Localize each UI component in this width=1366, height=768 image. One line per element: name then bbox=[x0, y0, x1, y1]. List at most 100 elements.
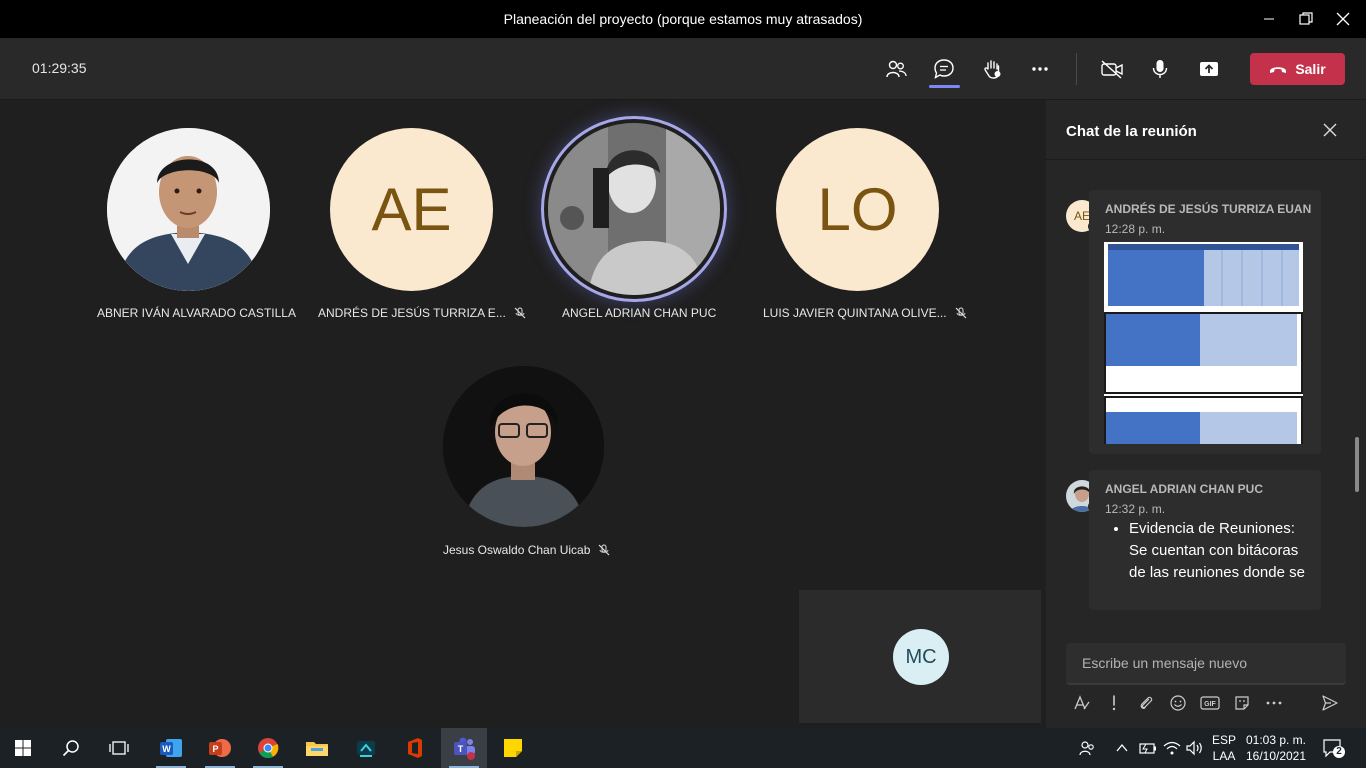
more-actions-button[interactable] bbox=[1023, 52, 1057, 86]
chat-message[interactable]: ANGEL ADRIAN CHAN PUC 12:32 p. m. Eviden… bbox=[1089, 470, 1321, 610]
gif-icon: GIF bbox=[1200, 696, 1220, 710]
camera-toggle-button[interactable] bbox=[1095, 52, 1129, 86]
emoji-button[interactable] bbox=[1162, 692, 1194, 714]
clock-button[interactable]: 01:03 p. m. 16/10/2021 bbox=[1242, 732, 1310, 764]
chat-header: Chat de la reunión bbox=[1046, 100, 1366, 160]
taskbar-word[interactable]: W bbox=[148, 728, 194, 768]
more-icon bbox=[1032, 67, 1048, 71]
chevron-up-icon bbox=[1116, 743, 1128, 752]
windows-logo-icon bbox=[15, 740, 31, 756]
chat-message[interactable]: ANDRÉS DE JESÚS TURRIZA EUAN 12:28 p. m. bbox=[1089, 190, 1321, 454]
title-bar: Planeación del proyecto (porque estamos … bbox=[0, 0, 1366, 38]
volume-button[interactable] bbox=[1185, 739, 1205, 757]
participant-photo[interactable] bbox=[548, 123, 720, 295]
search-button[interactable] bbox=[48, 728, 94, 768]
close-icon bbox=[1336, 12, 1350, 26]
notifications-button[interactable]: 2 bbox=[1322, 737, 1346, 759]
participant-name-text: Jesus Oswaldo Chan Uicab bbox=[443, 543, 591, 557]
wifi-icon bbox=[1163, 741, 1181, 755]
message-input[interactable] bbox=[1066, 643, 1346, 683]
share-screen-button[interactable] bbox=[1192, 52, 1226, 86]
meeting-chat-panel: Chat de la reunión AE ANDRÉS DE JESÚS TU… bbox=[1046, 100, 1366, 728]
gif-button[interactable]: GIF bbox=[1194, 692, 1226, 714]
participant-name: ANGEL ADRIAN CHAN PUC bbox=[562, 306, 716, 320]
participant-name: ANDRÉS DE JESÚS TURRIZA E... bbox=[318, 306, 526, 320]
participant-name-text: ANGEL ADRIAN CHAN PUC bbox=[562, 306, 717, 320]
taskbar-office[interactable] bbox=[392, 728, 438, 768]
input-language-button[interactable]: ESP LAA bbox=[1210, 732, 1238, 764]
task-view-icon bbox=[109, 741, 129, 755]
taskbar-chrome[interactable] bbox=[245, 728, 291, 768]
close-icon bbox=[1323, 123, 1337, 137]
mic-off-icon bbox=[598, 544, 610, 556]
start-button[interactable] bbox=[0, 728, 46, 768]
participant-name: Jesus Oswaldo Chan Uicab bbox=[443, 543, 610, 557]
message-image-attachment[interactable] bbox=[1104, 242, 1303, 444]
people-tray-button[interactable] bbox=[1064, 728, 1110, 768]
taskbar-sticky-notes[interactable] bbox=[490, 728, 536, 768]
taskbar-powerpoint[interactable]: P bbox=[197, 728, 243, 768]
editor-app-icon bbox=[357, 741, 375, 757]
priority-button[interactable] bbox=[1098, 692, 1130, 714]
close-window-button[interactable] bbox=[1324, 0, 1362, 38]
participant-name-text: ANDRÉS DE JESÚS TURRIZA E... bbox=[318, 306, 506, 320]
message-author: ANDRÉS DE JESÚS TURRIZA EUAN bbox=[1105, 202, 1312, 216]
taskbar-file-explorer[interactable] bbox=[294, 728, 340, 768]
notification-count: 2 bbox=[1336, 746, 1342, 757]
send-button[interactable] bbox=[1314, 692, 1346, 714]
send-icon bbox=[1322, 695, 1338, 711]
paperclip-icon bbox=[1140, 696, 1153, 709]
mic-off-icon bbox=[514, 307, 526, 319]
mic-off-icon bbox=[955, 307, 967, 319]
share-icon bbox=[1200, 62, 1218, 76]
close-chat-button[interactable] bbox=[1320, 120, 1340, 140]
microphone-button[interactable] bbox=[1143, 52, 1177, 86]
taskbar-app[interactable] bbox=[343, 728, 389, 768]
battery-icon bbox=[1139, 743, 1156, 754]
raise-hand-icon bbox=[984, 60, 1001, 79]
folder-icon bbox=[306, 742, 328, 756]
minimize-icon bbox=[1264, 18, 1274, 20]
people-icon bbox=[886, 60, 907, 78]
exclamation-icon bbox=[1112, 695, 1116, 711]
message-time: 12:28 p. m. bbox=[1105, 222, 1166, 236]
microphone-icon bbox=[1152, 60, 1168, 78]
message-body: Evidencia de Reuniones: Se cuentan con b… bbox=[1129, 518, 1309, 584]
chat-title: Chat de la reunión bbox=[1066, 123, 1197, 140]
taskbar-teams[interactable]: T bbox=[441, 728, 487, 768]
compose-box[interactable] bbox=[1066, 643, 1346, 685]
participant-avatar[interactable]: LO bbox=[776, 128, 939, 291]
video-stage: ABNER IVÁN ALVARADO CASTILLA AE ANDRÉS D… bbox=[0, 100, 1046, 728]
teams-icon: T bbox=[454, 737, 475, 760]
avatar-initials: AE bbox=[371, 176, 452, 243]
participant-photo[interactable] bbox=[443, 366, 604, 527]
participants-button[interactable] bbox=[879, 52, 913, 86]
format-button[interactable] bbox=[1066, 692, 1098, 714]
restore-button[interactable] bbox=[1287, 0, 1325, 38]
camera-off-icon bbox=[1101, 60, 1123, 79]
minimize-button[interactable] bbox=[1250, 0, 1288, 38]
show-hidden-icons-button[interactable] bbox=[1114, 740, 1130, 756]
clock-date: 16/10/2021 bbox=[1245, 749, 1307, 763]
chat-scrollbar[interactable] bbox=[1355, 437, 1359, 492]
person-photo bbox=[107, 128, 270, 291]
attach-button[interactable] bbox=[1130, 692, 1162, 714]
self-avatar: MC bbox=[893, 629, 949, 685]
self-video-tile[interactable]: MC bbox=[799, 590, 1041, 723]
more-options-button[interactable] bbox=[1258, 692, 1290, 714]
participant-photo[interactable] bbox=[107, 128, 270, 291]
task-view-button[interactable] bbox=[96, 728, 142, 768]
wifi-button[interactable] bbox=[1162, 739, 1182, 757]
hang-up-icon bbox=[1270, 67, 1287, 73]
raise-hand-button[interactable] bbox=[975, 52, 1009, 86]
powerpoint-icon: P bbox=[209, 739, 231, 757]
chat-icon bbox=[934, 59, 954, 79]
battery-button[interactable] bbox=[1138, 739, 1158, 757]
participant-avatar[interactable]: AE bbox=[330, 128, 493, 291]
window-title: Planeación del proyecto (porque estamos … bbox=[503, 11, 863, 27]
sticker-button[interactable] bbox=[1226, 692, 1258, 714]
self-avatar-initials: MC bbox=[905, 645, 937, 668]
chat-button[interactable] bbox=[927, 52, 961, 86]
chrome-icon bbox=[258, 738, 279, 759]
leave-button[interactable]: Salir bbox=[1250, 53, 1345, 85]
